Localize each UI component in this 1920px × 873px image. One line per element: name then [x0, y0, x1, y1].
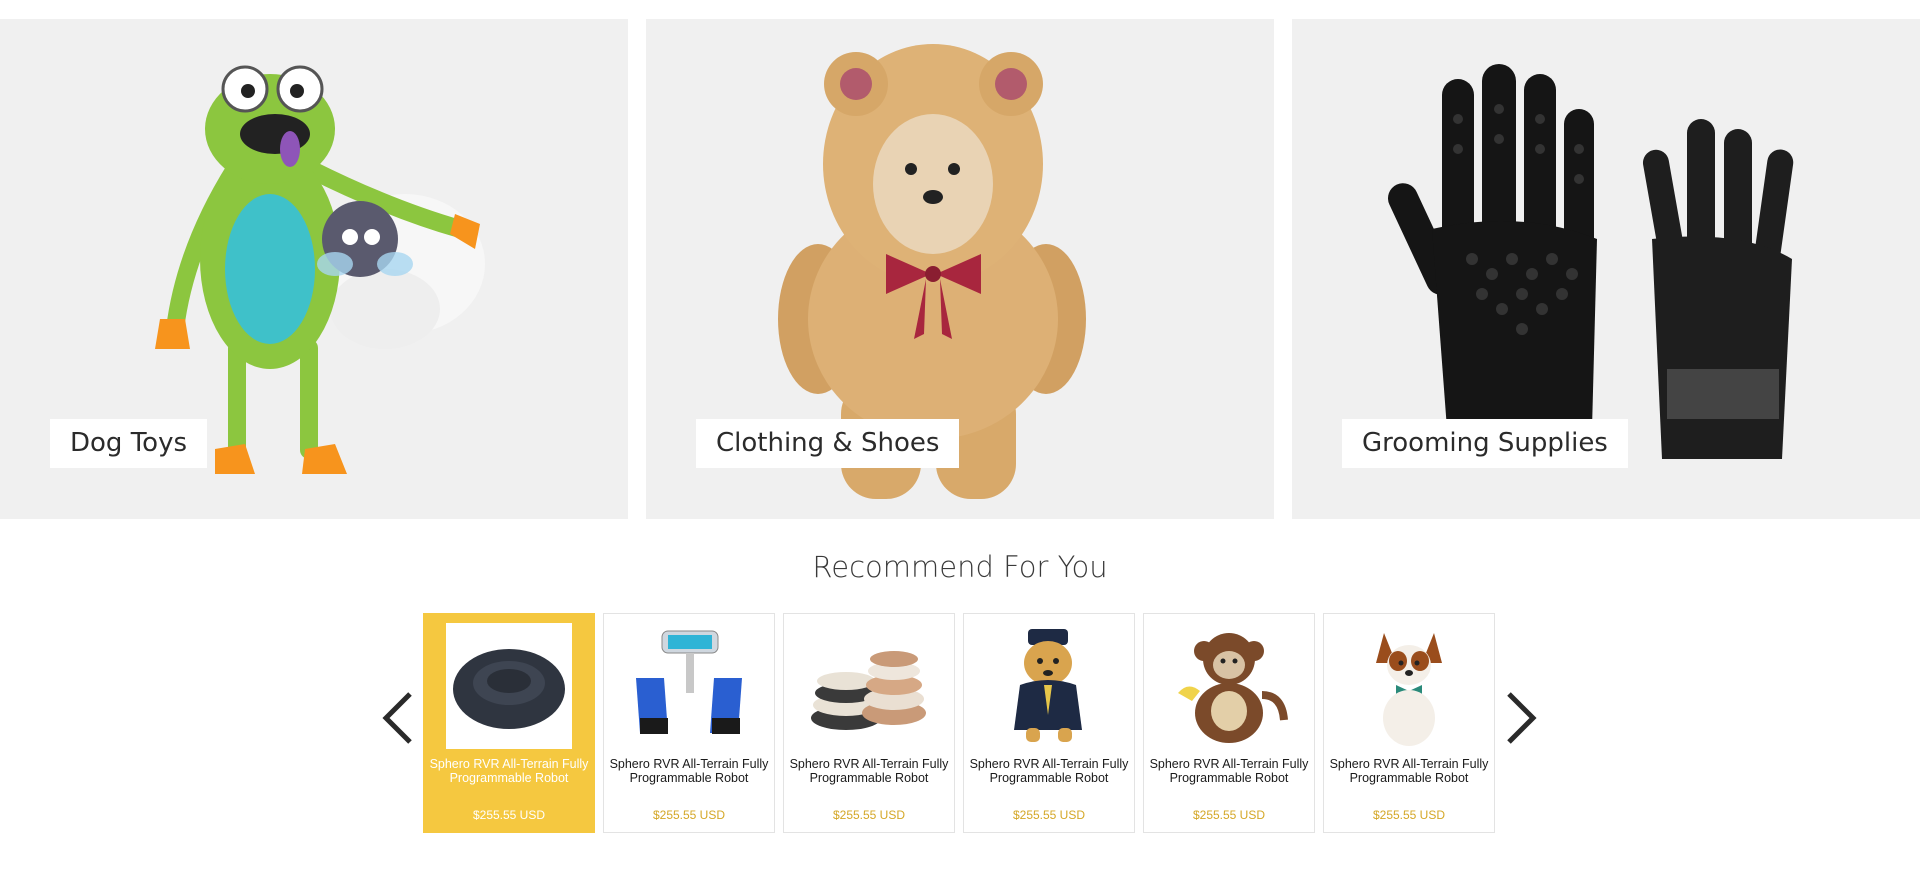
recommend-title: Recommend For You [812, 550, 1108, 584]
category-label[interactable]: Clothing & Shoes [696, 419, 960, 468]
product-image [1166, 623, 1292, 749]
product-card[interactable]: Sphero RVR All-Terrain Fully Programmabl… [963, 613, 1135, 833]
dog-in-sailor-costume-image [1014, 629, 1082, 742]
product-name[interactable]: Sphero RVR All-Terrain Fully Programmabl… [608, 757, 770, 785]
product-image [986, 623, 1112, 749]
round-pet-bed-image [453, 649, 565, 729]
product-price: $255.55 USD [1012, 808, 1086, 822]
carousel-prev-button[interactable] [380, 690, 416, 746]
product-name[interactable]: Sphero RVR All-Terrain Fully Programmabl… [428, 757, 590, 785]
product-price: $255.55 USD [1372, 808, 1446, 822]
product-name[interactable]: Sphero RVR All-Terrain Fully Programmabl… [788, 757, 950, 785]
product-price: $255.55 USD [1192, 808, 1266, 822]
product-name[interactable]: Sphero RVR All-Terrain Fully Programmabl… [968, 757, 1130, 785]
product-image [806, 623, 932, 749]
stacked-pet-mats-image [811, 651, 926, 730]
dog-in-monkey-costume-image [1178, 633, 1288, 743]
chevron-left-icon [382, 692, 412, 744]
product-card[interactable]: Sphero RVR All-Terrain Fully Programmabl… [783, 613, 955, 833]
product-card[interactable]: Sphero RVR All-Terrain Fully Programmabl… [1323, 613, 1495, 833]
lint-roller-and-gloves-image [636, 630, 742, 734]
product-image [1346, 623, 1472, 749]
category-label[interactable]: Grooming Supplies [1342, 419, 1628, 468]
product-carousel: Sphero RVR All-Terrain Fully Programmabl… [423, 613, 1496, 833]
category-dog-toys[interactable]: Dog Toys [0, 19, 628, 519]
category-banners: Dog Toys Clothing & Shoes Grooming Suppl… [0, 19, 1920, 519]
product-price: $255.55 USD [832, 808, 906, 822]
carousel-next-button[interactable] [1503, 690, 1539, 746]
product-name[interactable]: Sphero RVR All-Terrain Fully Programmabl… [1328, 757, 1490, 785]
product-price: $255.55 USD [652, 808, 726, 822]
category-clothing-shoes[interactable]: Clothing & Shoes [646, 19, 1274, 519]
product-card[interactable]: Sphero RVR All-Terrain Fully Programmabl… [1143, 613, 1315, 833]
chevron-right-icon [1507, 692, 1537, 744]
papillon-with-bow-tie-image [1376, 633, 1442, 746]
category-label[interactable]: Dog Toys [50, 419, 207, 468]
product-card[interactable]: Sphero RVR All-Terrain Fully Programmabl… [603, 613, 775, 833]
product-card[interactable]: Sphero RVR All-Terrain Fully Programmabl… [423, 613, 595, 833]
category-grooming-supplies[interactable]: Grooming Supplies [1292, 19, 1920, 519]
product-price: $255.55 USD [472, 808, 546, 822]
product-name[interactable]: Sphero RVR All-Terrain Fully Programmabl… [1148, 757, 1310, 785]
product-image [446, 623, 572, 749]
product-image [626, 623, 752, 749]
